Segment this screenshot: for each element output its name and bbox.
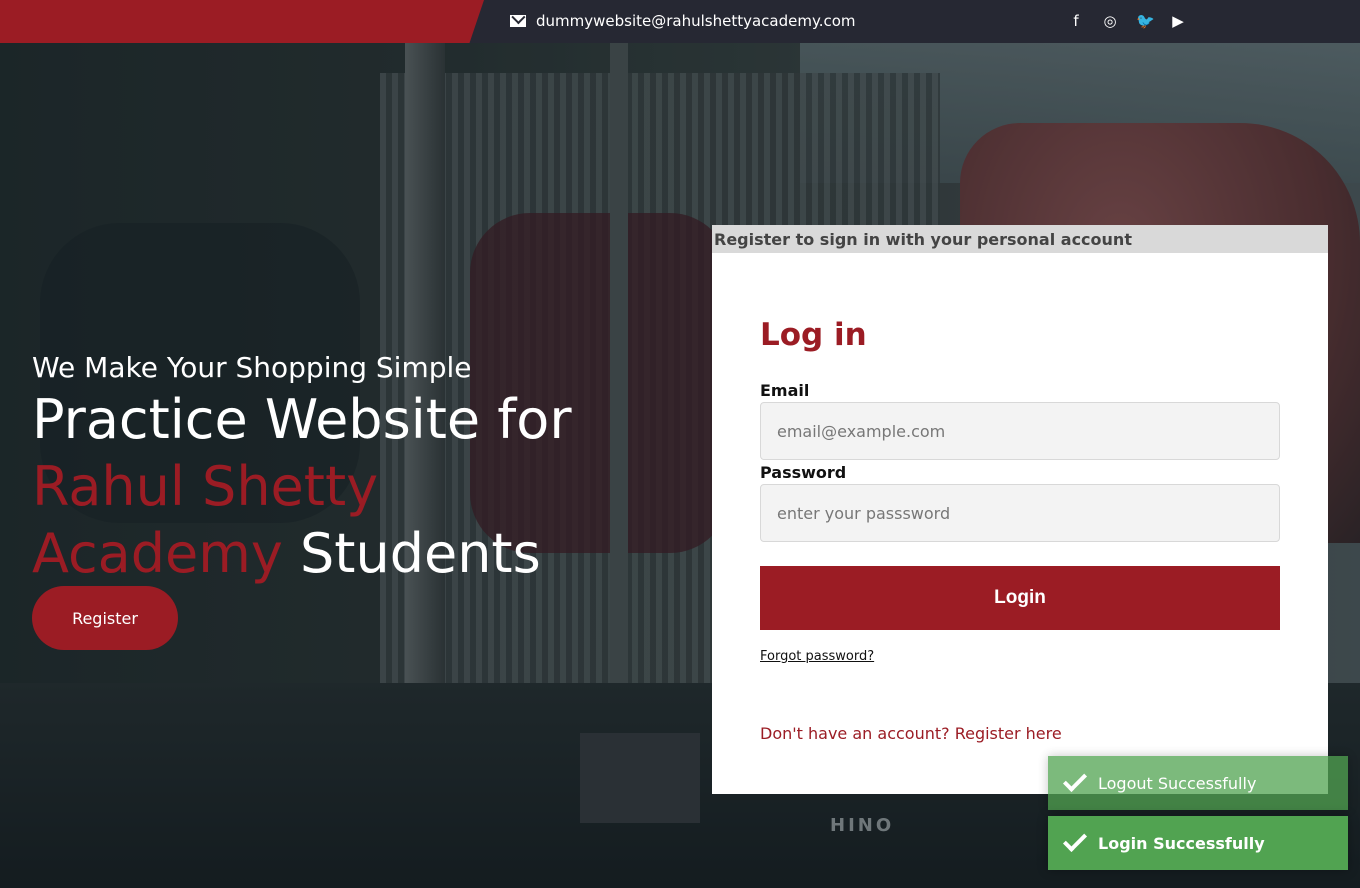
hero-headline-line2: Rahul Shetty [32, 455, 379, 518]
twitter-icon[interactable]: 🐦 [1136, 12, 1155, 30]
hero-headline-line1: Practice Website for [32, 388, 572, 451]
checkmark-icon [1062, 767, 1088, 793]
checkmark-icon [1062, 827, 1088, 853]
topbar-red-block [0, 0, 484, 43]
hero-headline-students: Students [300, 522, 541, 585]
login-button[interactable]: Login [760, 566, 1280, 630]
instagram-icon[interactable]: ◎ [1102, 12, 1118, 30]
hero-text: We Make Your Shopping Simple Practice We… [32, 350, 572, 587]
login-card-header: Register to sign in with your personal a… [712, 225, 1328, 253]
email-input[interactable] [760, 402, 1280, 460]
password-label: Password [760, 463, 847, 482]
password-input[interactable] [760, 484, 1280, 542]
contact-email[interactable]: dummywebsite@rahulshettyacademy.com [510, 12, 856, 30]
toast-message: Login Successfully [1098, 833, 1265, 853]
top-bar: dummywebsite@rahulshettyacademy.com f ◎ … [0, 0, 1360, 43]
register-button[interactable]: Register [32, 586, 178, 650]
youtube-icon[interactable]: ▶ [1170, 12, 1186, 30]
login-card: Log in Email Password Login Forgot passw… [712, 253, 1328, 794]
login-title: Log in [760, 317, 867, 353]
hero-headline-line3: Academy Students [32, 520, 572, 587]
toast-logout[interactable]: Logout Successfully [1048, 756, 1348, 810]
toast-login[interactable]: Login Successfully [1048, 816, 1348, 870]
register-here-link[interactable]: Don't have an account? Register here [760, 724, 1062, 743]
forgot-password-link[interactable]: Forgot password? [760, 649, 874, 664]
facebook-icon[interactable]: f [1068, 12, 1084, 30]
toast-message: Logout Successfully [1098, 773, 1257, 793]
social-links: f ◎ 🐦 ▶ [1068, 12, 1186, 30]
contact-email-text: dummywebsite@rahulshettyacademy.com [536, 12, 856, 30]
email-label: Email [760, 381, 810, 400]
hero-tagline: We Make Your Shopping Simple [32, 351, 472, 384]
envelope-icon [510, 15, 526, 27]
hero-headline-academy: Academy [32, 522, 283, 585]
